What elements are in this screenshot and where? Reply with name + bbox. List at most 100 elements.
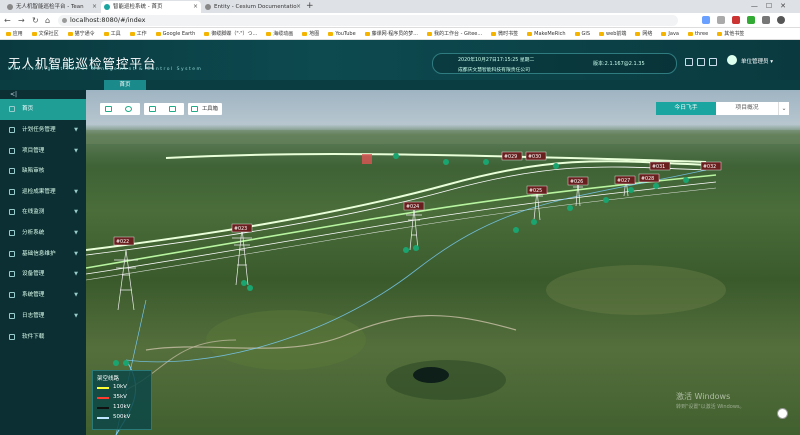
tower-label: #026 bbox=[570, 179, 583, 185]
profile-icon[interactable] bbox=[777, 16, 785, 24]
panel-dropdown-button[interactable]: ⌄ bbox=[778, 102, 789, 115]
bookmark[interactable]: 海缆动画 bbox=[266, 28, 293, 39]
window-controls[interactable]: —☐✕ bbox=[751, 0, 794, 13]
sidebar-item-basic-info[interactable]: 基础信息维护 ▼ bbox=[0, 244, 86, 265]
sidebar-item-home[interactable]: 首页 bbox=[0, 99, 86, 120]
bookmark[interactable]: 网络 bbox=[635, 28, 652, 39]
map-scene: #022 #023 #024 #025 #026 #027 #028 #029 … bbox=[86, 130, 800, 435]
close-tab-icon[interactable]: × bbox=[92, 1, 97, 13]
bookmark[interactable]: 应用 bbox=[5, 28, 23, 39]
browser-tab-active[interactable]: 智能巡检系统 - 首页 × bbox=[101, 1, 201, 13]
user-location-icon[interactable] bbox=[362, 154, 372, 164]
bookmark[interactable]: 工具 bbox=[103, 28, 121, 39]
waypoint-marker[interactable] bbox=[553, 163, 559, 169]
legend-item-110kv: 110kV bbox=[97, 404, 147, 412]
waypoint-marker[interactable] bbox=[403, 247, 409, 253]
database-icon bbox=[9, 251, 15, 257]
close-tab-icon[interactable]: × bbox=[193, 1, 198, 13]
waypoint-marker[interactable] bbox=[628, 187, 634, 193]
sidebar-item-devices[interactable]: 设备管理 ▼ bbox=[0, 264, 86, 285]
sidebar-item-projects[interactable]: 项目管理 ▼ bbox=[0, 141, 86, 162]
help-icon[interactable] bbox=[709, 58, 717, 66]
sidebar-item-plan-tasks[interactable]: 计划任务管理 ▼ bbox=[0, 120, 86, 141]
page-tab-home[interactable]: 首页 bbox=[104, 80, 146, 90]
waypoint-marker[interactable] bbox=[653, 183, 659, 189]
waypoint-marker[interactable] bbox=[683, 177, 689, 183]
tower-label: #032 bbox=[703, 164, 716, 170]
waypoint-marker[interactable] bbox=[123, 360, 129, 366]
waypoint-marker[interactable] bbox=[483, 159, 489, 165]
extension-icon[interactable] bbox=[732, 16, 740, 24]
chevron-down-icon: ▼ bbox=[74, 209, 78, 215]
sidebar-item-analysis[interactable]: 分析系统 ▼ bbox=[0, 223, 86, 244]
bookmark[interactable]: 藤课网·程序员的梦... bbox=[364, 28, 418, 39]
chevron-down-icon: ▼ bbox=[74, 251, 78, 257]
copy-icon[interactable] bbox=[169, 106, 176, 112]
waypoint-marker[interactable] bbox=[247, 285, 253, 291]
waypoint-marker[interactable] bbox=[413, 245, 419, 251]
favicon-icon bbox=[7, 4, 13, 10]
bookmark[interactable]: 御缆脚蝶（"·"）つ... bbox=[204, 28, 257, 39]
browser-tab[interactable]: 无人机智能巡检平台 - Tean × bbox=[4, 1, 100, 13]
bookmark[interactable]: MakeMeRich bbox=[527, 28, 566, 39]
map-view[interactable]: #022 #023 #024 #025 #026 #027 #028 #029 … bbox=[86, 90, 800, 435]
reload-icon[interactable]: ↻ bbox=[32, 13, 39, 28]
username[interactable]: 单位管理员 ▾ bbox=[741, 57, 773, 65]
fullscreen-map-button[interactable] bbox=[777, 408, 788, 419]
url-input[interactable]: localhost:8080/#/index bbox=[58, 15, 678, 26]
star-icon[interactable] bbox=[717, 16, 725, 24]
waypoint-marker[interactable] bbox=[531, 219, 537, 225]
waypoint-marker[interactable] bbox=[113, 360, 119, 366]
sidebar-item-system[interactable]: 系统管理 ▼ bbox=[0, 285, 86, 306]
fullscreen-icon[interactable] bbox=[685, 58, 693, 66]
waypoint-marker[interactable] bbox=[443, 159, 449, 165]
waypoint-marker[interactable] bbox=[513, 227, 519, 233]
info-icon bbox=[62, 18, 67, 23]
close-tab-icon[interactable]: × bbox=[296, 1, 301, 13]
waypoint-marker[interactable] bbox=[393, 153, 399, 159]
back-icon[interactable]: ← bbox=[4, 13, 11, 28]
bookmark[interactable]: 微时书签 bbox=[491, 28, 518, 39]
bookmark-other[interactable]: 其他书签 bbox=[717, 28, 744, 39]
translate-icon[interactable] bbox=[702, 16, 710, 24]
bookmark[interactable]: three bbox=[687, 28, 708, 39]
bookmark[interactable]: 文保社区 bbox=[31, 28, 59, 39]
waypoint-marker[interactable] bbox=[603, 197, 609, 203]
bookmark[interactable]: Java bbox=[661, 28, 679, 39]
monitor-icon bbox=[9, 209, 15, 215]
bookmark[interactable]: GIS bbox=[574, 28, 590, 39]
today-flight-button[interactable]: 今日飞手 bbox=[656, 102, 716, 115]
terrain-patch bbox=[546, 265, 726, 315]
favicon-icon bbox=[104, 4, 110, 10]
forward-icon[interactable]: → bbox=[18, 13, 25, 28]
extensions-icon[interactable] bbox=[762, 16, 770, 24]
extension-icon[interactable] bbox=[747, 16, 755, 24]
tower-026 bbox=[573, 181, 583, 207]
avatar[interactable] bbox=[727, 55, 737, 65]
download-icon bbox=[9, 334, 15, 340]
sidebar-item-defect-review[interactable]: 缺陷审核 bbox=[0, 161, 86, 182]
bookmark[interactable]: 工作 bbox=[129, 28, 147, 39]
layout-icon[interactable] bbox=[697, 58, 705, 66]
layer-icon[interactable] bbox=[149, 106, 156, 112]
2d-view-icon[interactable] bbox=[105, 106, 112, 112]
waypoint-marker[interactable] bbox=[241, 280, 247, 286]
bookmark[interactable]: Google Earth bbox=[155, 28, 195, 39]
globe-icon[interactable] bbox=[125, 106, 132, 112]
browser-tab[interactable]: Entity - Cesium Documentatio × bbox=[202, 1, 304, 13]
home-icon[interactable]: ⌂ bbox=[45, 13, 50, 28]
sidebar-item-inspection-results[interactable]: 巡检成果管理 ▼ bbox=[0, 182, 86, 203]
project-overview-button[interactable]: 项目概况 bbox=[716, 102, 778, 115]
sidebar-item-online-monitoring[interactable]: 在线监测 ▼ bbox=[0, 202, 86, 223]
app-subtitle: UAV Intelligent Patrol Management & Cont… bbox=[8, 67, 203, 72]
bookmark[interactable]: YouTube bbox=[328, 28, 356, 39]
bookmark[interactable]: 我的工作台 - Gitee... bbox=[427, 28, 482, 39]
sidebar-item-logs[interactable]: 日志管理 ▼ bbox=[0, 306, 86, 327]
bookmark[interactable]: 地图 bbox=[302, 28, 319, 39]
new-tab-button[interactable]: + bbox=[306, 0, 314, 13]
bookmark[interactable]: web前端 bbox=[599, 28, 626, 39]
bookmark[interactable]: 猫宁通令 bbox=[67, 28, 95, 39]
collapse-sidebar-button[interactable]: <| bbox=[10, 91, 17, 98]
waypoint-marker[interactable] bbox=[567, 205, 573, 211]
sidebar-item-software-download[interactable]: 软件下载 bbox=[0, 327, 86, 348]
